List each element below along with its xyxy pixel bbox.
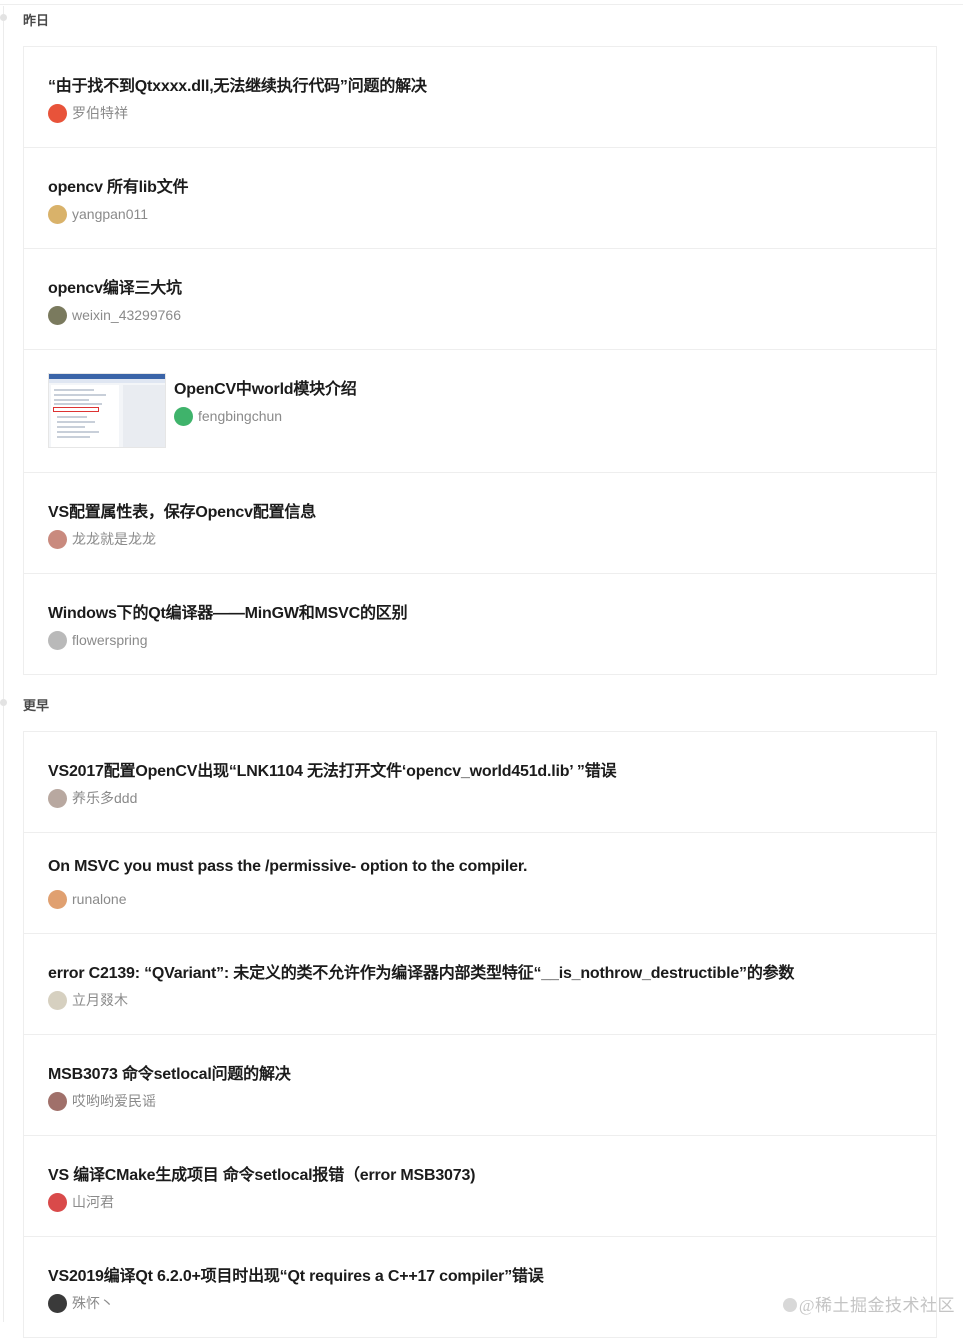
author-name[interactable]: weixin_43299766	[72, 307, 181, 323]
article-item[interactable]: VS2017配置OpenCV出现“LNK1104 无法打开文件‘opencv_w…	[24, 731, 936, 832]
article-title[interactable]: “由于找不到Qtxxxx.dll,无法继续执行代码”问题的解决	[48, 72, 427, 96]
article-title[interactable]: opencv编译三大坑	[48, 274, 182, 298]
avatar[interactable]	[48, 788, 67, 808]
timeline-line	[3, 6, 4, 1322]
avatar[interactable]	[48, 103, 67, 123]
article-title[interactable]: MSB3073 命令setlocal问题的解决	[48, 1060, 291, 1084]
avatar[interactable]	[48, 529, 67, 549]
avatar[interactable]	[48, 889, 67, 909]
author-name[interactable]: 龙龙就是龙龙	[72, 529, 156, 549]
author-name[interactable]: 殊怀丶	[72, 1293, 114, 1313]
article-author[interactable]: fengbingchun	[174, 406, 282, 426]
article-title[interactable]: VS2017配置OpenCV出现“LNK1104 无法打开文件‘opencv_w…	[48, 757, 617, 781]
avatar[interactable]	[48, 1293, 67, 1313]
timeline-dot	[0, 14, 7, 21]
article-author[interactable]: 哎哟哟爱民谣	[48, 1091, 156, 1111]
watermark: @稀土掘金技术社区	[782, 1291, 955, 1316]
article-title[interactable]: OpenCV中world模块介绍	[174, 375, 357, 399]
article-title[interactable]: VS2019编译Qt 6.2.0+项目时出现“Qt requires a C++…	[48, 1262, 544, 1286]
article-title[interactable]: On MSVC you must pass the /permissive- o…	[48, 858, 527, 876]
article-list-earlier: VS2017配置OpenCV出现“LNK1104 无法打开文件‘opencv_w…	[23, 731, 937, 1338]
article-author[interactable]: 山河君	[48, 1192, 114, 1212]
author-name[interactable]: 哎哟哟爱民谣	[72, 1091, 156, 1111]
article-item[interactable]: opencv 所有lib文件 yangpan011	[24, 147, 936, 248]
avatar[interactable]	[48, 630, 67, 650]
article-item[interactable]: “由于找不到Qtxxxx.dll,无法继续执行代码”问题的解决罗伯特祥	[24, 46, 936, 147]
article-item[interactable]: Windows下的Qt编译器——MinGW和MSVC的区别 flowersprin…	[24, 573, 936, 674]
article-item[interactable]: On MSVC you must pass the /permissive- o…	[24, 832, 936, 933]
article-item[interactable]: MSB3073 命令setlocal问题的解决哎哟哟爱民谣	[24, 1034, 936, 1135]
article-author[interactable]: runalone	[48, 889, 127, 909]
article-item[interactable]: OpenCV中world模块介绍 fengbingchun	[24, 349, 936, 472]
group-label-earlier: 更早	[23, 698, 50, 713]
avatar[interactable]	[48, 204, 67, 224]
article-author[interactable]: yangpan011	[48, 204, 148, 224]
juejin-logo-icon	[782, 1298, 797, 1312]
group-label-yesterday: 昨日	[23, 13, 50, 28]
author-name[interactable]: 罗伯特祥	[72, 103, 128, 123]
article-title[interactable]: VS 编译CMake生成项目 命令setlocal报错（error MSB307…	[48, 1161, 475, 1185]
article-thumbnail[interactable]	[48, 373, 166, 448]
article-item[interactable]: opencv编译三大坑 weixin_43299766	[24, 248, 936, 349]
article-author[interactable]: 殊怀丶	[48, 1293, 114, 1313]
author-name[interactable]: flowerspring	[72, 632, 147, 648]
article-author[interactable]: weixin_43299766	[48, 305, 181, 325]
watermark-text: @稀土掘金技术社区	[798, 1296, 955, 1315]
article-title[interactable]: VS配置属性表，保存Opencv配置信息	[48, 498, 316, 522]
article-item[interactable]: VS 编译CMake生成项目 命令setlocal报错（error MSB307…	[24, 1135, 936, 1236]
article-author[interactable]: 养乐多ddd	[48, 788, 137, 808]
avatar[interactable]	[48, 1091, 67, 1111]
article-author[interactable]: 罗伯特祥	[48, 103, 128, 123]
article-title[interactable]: opencv 所有lib文件	[48, 173, 189, 197]
author-name[interactable]: 山河君	[72, 1192, 114, 1212]
avatar[interactable]	[174, 406, 193, 426]
article-title[interactable]: error C2139: “QVariant”: 未定义的类不允许作为编译器内部…	[48, 959, 794, 983]
top-divider	[0, 4, 963, 5]
timeline-dot	[0, 699, 7, 706]
article-author[interactable]: 立月叕木	[48, 990, 128, 1010]
author-name[interactable]: 养乐多ddd	[72, 788, 137, 808]
article-author[interactable]: 龙龙就是龙龙	[48, 529, 156, 549]
article-title[interactable]: Windows下的Qt编译器——MinGW和MSVC的区别	[48, 599, 408, 623]
author-name[interactable]: runalone	[72, 891, 127, 907]
article-item[interactable]: error C2139: “QVariant”: 未定义的类不允许作为编译器内部…	[24, 933, 936, 1034]
avatar[interactable]	[48, 1192, 67, 1212]
avatar[interactable]	[48, 305, 67, 325]
avatar[interactable]	[48, 990, 67, 1010]
article-item[interactable]: VS配置属性表，保存Opencv配置信息龙龙就是龙龙	[24, 472, 936, 573]
article-author[interactable]: flowerspring	[48, 630, 147, 650]
author-name[interactable]: fengbingchun	[198, 408, 282, 424]
article-list-yesterday: “由于找不到Qtxxxx.dll,无法继续执行代码”问题的解决 罗伯特祥 openc…	[23, 46, 937, 675]
author-name[interactable]: 立月叕木	[72, 990, 128, 1010]
author-name[interactable]: yangpan011	[72, 206, 148, 222]
